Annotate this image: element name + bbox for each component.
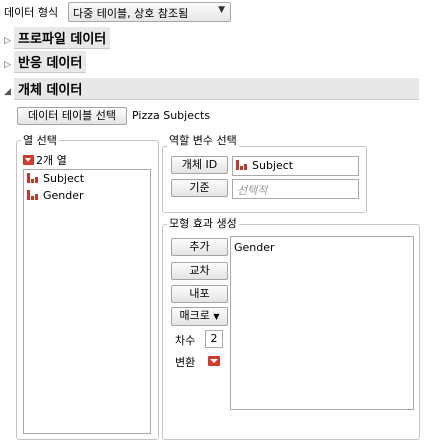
subject-id-field[interactable]: Subject bbox=[232, 156, 359, 176]
by-field[interactable]: 선택적 bbox=[232, 179, 359, 199]
degree-input[interactable]: 2 bbox=[205, 330, 223, 348]
nest-button[interactable]: 내포 bbox=[171, 285, 228, 303]
outline-subject-title: 개체 데이터 bbox=[14, 78, 419, 100]
transform-red-triangle-icon[interactable] bbox=[208, 356, 220, 366]
chevron-down-icon: ▼ bbox=[213, 312, 220, 321]
chevron-down-icon: ▼ bbox=[218, 5, 225, 15]
role-variables-title: 역할 변수 선택 bbox=[167, 132, 239, 148]
column-item-label: Subject bbox=[43, 172, 85, 185]
outline-profile-title: 프로파일 데이터 bbox=[14, 27, 111, 49]
column-item-label: Gender bbox=[43, 189, 84, 202]
data-format-label: 데이터 형식 bbox=[4, 6, 59, 19]
macros-button[interactable]: 매크로 ▼ bbox=[171, 307, 228, 326]
outline-response-title: 반응 데이터 bbox=[14, 51, 87, 73]
outline-profile-data[interactable]: ▷ 프로파일 데이터 bbox=[0, 27, 111, 49]
data-table-name: Pizza Subjects bbox=[132, 109, 211, 122]
data-format-select[interactable]: 다중 테이블, 상호 참조됨 ▼ bbox=[68, 2, 231, 22]
column-item-subject[interactable]: Subject bbox=[24, 170, 150, 187]
subject-id-value: Subject bbox=[252, 159, 294, 172]
column-count-label: 2개 열 bbox=[36, 154, 67, 167]
add-button[interactable]: 추가 bbox=[171, 238, 228, 256]
disclosure-expanded-icon[interactable]: ◢ bbox=[4, 87, 14, 97]
outline-subject-data[interactable]: ◢ 개체 데이터 bbox=[0, 78, 420, 100]
nominal-icon bbox=[27, 190, 38, 200]
disclosure-collapsed-icon[interactable]: ▷ bbox=[4, 36, 14, 46]
effect-item-gender[interactable]: Gender bbox=[231, 237, 413, 258]
outline-response-data[interactable]: ▷ 반응 데이터 bbox=[0, 51, 87, 73]
cross-button[interactable]: 교차 bbox=[171, 262, 228, 280]
by-button[interactable]: 기준 bbox=[171, 179, 228, 197]
column-count[interactable]: 2개 열 bbox=[23, 152, 67, 168]
degree-label: 차수 bbox=[175, 334, 196, 347]
transform-label: 변환 bbox=[175, 356, 196, 369]
column-list[interactable]: Subject Gender bbox=[23, 169, 151, 434]
data-format-value: 다중 테이블, 상호 참조됨 bbox=[73, 7, 189, 20]
column-item-gender[interactable]: Gender bbox=[24, 187, 150, 204]
macros-label: 매크로 bbox=[179, 309, 210, 322]
select-data-table-button[interactable]: 데이터 테이블 선택 bbox=[17, 107, 127, 125]
model-effects-title: 모형 효과 생성 bbox=[167, 215, 239, 231]
red-triangle-menu-icon[interactable] bbox=[23, 155, 34, 165]
nominal-icon bbox=[27, 173, 38, 183]
disclosure-collapsed-icon[interactable]: ▷ bbox=[4, 60, 14, 70]
model-effects-list[interactable]: Gender bbox=[230, 236, 414, 410]
nominal-icon bbox=[236, 160, 247, 170]
select-columns-title: 열 선택 bbox=[21, 132, 59, 148]
subject-id-button[interactable]: 개체 ID bbox=[171, 156, 228, 174]
